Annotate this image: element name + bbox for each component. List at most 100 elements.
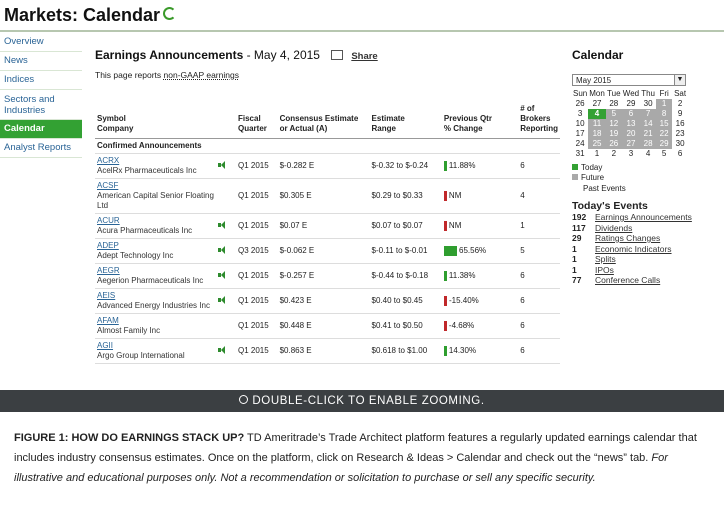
calendar-day[interactable]: 4 bbox=[640, 149, 656, 159]
calendar-day[interactable]: 5 bbox=[605, 109, 622, 119]
calendar-day[interactable]: 9 bbox=[672, 109, 688, 119]
calendar-day[interactable]: 17 bbox=[572, 129, 588, 139]
calendar-day[interactable]: 15 bbox=[656, 119, 673, 129]
calendar-day[interactable]: 16 bbox=[672, 119, 688, 129]
symbol-cell[interactable]: ACUR Acura Pharmaceuticals Inc bbox=[95, 213, 217, 239]
calendar-day[interactable]: 26 bbox=[605, 139, 622, 149]
event-link[interactable]: Ratings Changes bbox=[595, 233, 660, 243]
nav-item-calendar[interactable]: Calendar bbox=[0, 120, 82, 139]
event-item[interactable]: 1 Splits bbox=[572, 254, 722, 265]
nav-item-news[interactable]: News bbox=[0, 52, 82, 71]
calendar-day[interactable]: 8 bbox=[656, 109, 673, 119]
calendar-day[interactable]: 28 bbox=[640, 139, 657, 149]
event-link[interactable]: Economic Indicators bbox=[595, 244, 672, 254]
calendar-day[interactable]: 11 bbox=[588, 119, 606, 129]
calendar-day[interactable]: 14 bbox=[640, 119, 657, 129]
calendar-day[interactable]: 30 bbox=[640, 99, 656, 109]
audio-cell[interactable] bbox=[216, 213, 236, 239]
symbol-cell[interactable]: ACRX AcelRx Pharmaceuticals Inc bbox=[95, 153, 217, 179]
month-select[interactable]: May 2015 ▼ bbox=[572, 74, 686, 86]
event-item[interactable]: 77 Conference Calls bbox=[572, 275, 722, 286]
nav-item-overview[interactable]: Overview bbox=[0, 33, 82, 52]
nav-item-indices[interactable]: Indices bbox=[0, 71, 82, 90]
calendar-day[interactable]: 6 bbox=[621, 109, 641, 119]
event-link[interactable]: Dividends bbox=[595, 223, 632, 233]
table-row[interactable]: ACSF American Capital Senior Floating Ltd… bbox=[95, 178, 560, 214]
symbol-link[interactable]: AGII bbox=[97, 341, 113, 350]
calendar-day[interactable]: 3 bbox=[622, 149, 640, 159]
nav-item-analyst-reports[interactable]: Analyst Reports bbox=[0, 139, 82, 158]
speaker-icon[interactable] bbox=[218, 295, 226, 304]
symbol-cell[interactable]: ADEP Adept Technology Inc bbox=[95, 238, 217, 264]
calendar-day[interactable]: 10 bbox=[572, 119, 588, 129]
table-row[interactable]: AEGR Aegerion Pharmaceuticals Inc Q1 2015 $… bbox=[95, 263, 560, 289]
symbol-link[interactable]: AFAM bbox=[97, 316, 119, 325]
calendar-day[interactable]: 26 bbox=[572, 99, 588, 109]
calendar-day[interactable]: 1 bbox=[656, 99, 673, 109]
calendar-day[interactable]: 29 bbox=[622, 99, 640, 109]
calendar-day[interactable]: 28 bbox=[606, 99, 622, 109]
calendar-day[interactable]: 29 bbox=[656, 139, 673, 149]
calendar-day[interactable]: 20 bbox=[621, 129, 641, 139]
calendar-day[interactable]: 1 bbox=[588, 149, 606, 159]
calendar-day[interactable]: 6 bbox=[672, 149, 688, 159]
calendar-day[interactable]: 31 bbox=[572, 149, 588, 159]
event-item[interactable]: 1 IPOs bbox=[572, 265, 722, 276]
calendar-day[interactable]: 13 bbox=[621, 119, 641, 129]
chevron-down-icon[interactable]: ▼ bbox=[674, 75, 685, 85]
symbol-cell[interactable]: ACSF American Capital Senior Floating Ltd bbox=[95, 178, 217, 214]
event-item[interactable]: 1 Economic Indicators bbox=[572, 244, 722, 255]
calendar-day[interactable]: 5 bbox=[656, 149, 672, 159]
event-item[interactable]: 29 Ratings Changes bbox=[572, 233, 722, 244]
symbol-cell[interactable]: AFAM Almost Family Inc bbox=[95, 313, 217, 339]
calendar-day[interactable]: 27 bbox=[588, 99, 606, 109]
calendar-day[interactable]: 23 bbox=[672, 129, 688, 139]
symbol-link[interactable]: ACRX bbox=[97, 156, 119, 165]
event-link[interactable]: Earnings Announcements bbox=[595, 212, 692, 222]
audio-cell[interactable] bbox=[216, 338, 236, 364]
calendar-day[interactable]: 25 bbox=[588, 139, 606, 149]
table-row[interactable]: ADEP Adept Technology Inc Q3 2015 $-0.062 E… bbox=[95, 238, 560, 264]
calendar-day[interactable]: 24 bbox=[572, 139, 588, 149]
calendar-day[interactable]: 4 bbox=[588, 109, 606, 119]
calendar-day[interactable]: 2 bbox=[672, 99, 688, 109]
speaker-icon[interactable] bbox=[218, 160, 226, 169]
share-icon[interactable] bbox=[331, 50, 344, 60]
table-row[interactable]: AFAM Almost Family Inc Q1 2015 $0.448 E $0.4… bbox=[95, 313, 560, 339]
calendar-day[interactable]: 30 bbox=[672, 139, 688, 149]
speaker-icon[interactable] bbox=[218, 220, 226, 229]
speaker-icon[interactable] bbox=[218, 345, 226, 354]
audio-cell[interactable] bbox=[216, 153, 236, 179]
symbol-cell[interactable]: AGII Argo Group International bbox=[95, 338, 217, 364]
speaker-icon[interactable] bbox=[218, 245, 226, 254]
symbol-link[interactable]: AEGR bbox=[97, 266, 120, 275]
calendar-day[interactable]: 3 bbox=[572, 109, 588, 119]
calendar-day[interactable]: 2 bbox=[606, 149, 622, 159]
symbol-cell[interactable]: AEIS Advanced Energy Industries Inc bbox=[95, 288, 217, 314]
audio-cell[interactable] bbox=[216, 288, 236, 314]
symbol-link[interactable]: ACSF bbox=[97, 181, 118, 190]
symbol-link[interactable]: ACUR bbox=[97, 216, 120, 225]
table-row[interactable]: ACRX AcelRx Pharmaceuticals Inc Q1 2015 $-0… bbox=[95, 153, 560, 179]
calendar-day[interactable]: 27 bbox=[621, 139, 641, 149]
table-row[interactable]: AEIS Advanced Energy Industries Inc Q1 201… bbox=[95, 288, 560, 314]
event-link[interactable]: Conference Calls bbox=[595, 275, 660, 285]
calendar-day[interactable]: 21 bbox=[640, 129, 657, 139]
zoom-bar[interactable]: DOUBLE-CLICK TO ENABLE ZOOMING. bbox=[0, 390, 724, 412]
audio-cell[interactable] bbox=[216, 238, 236, 264]
event-item[interactable]: 117 Dividends bbox=[572, 223, 722, 234]
calendar-day[interactable]: 7 bbox=[640, 109, 657, 119]
table-row[interactable]: AGII Argo Group International Q1 2015 $0.86… bbox=[95, 338, 560, 364]
calendar-day[interactable]: 22 bbox=[656, 129, 673, 139]
speaker-icon[interactable] bbox=[218, 270, 226, 279]
symbol-cell[interactable]: AEGR Aegerion Pharmaceuticals Inc bbox=[95, 263, 217, 289]
event-link[interactable]: Splits bbox=[595, 254, 616, 264]
calendar-day[interactable]: 18 bbox=[588, 129, 606, 139]
event-item[interactable]: 192 Earnings Announcements bbox=[572, 212, 722, 223]
event-link[interactable]: IPOs bbox=[595, 265, 614, 275]
share-link[interactable]: Share bbox=[351, 51, 377, 62]
calendar-day[interactable]: 12 bbox=[605, 119, 622, 129]
gaap-link[interactable]: non-GAAP earnings bbox=[164, 70, 239, 80]
nav-item-sectors[interactable]: Sectors and Industries bbox=[0, 90, 82, 120]
audio-cell[interactable] bbox=[216, 263, 236, 289]
